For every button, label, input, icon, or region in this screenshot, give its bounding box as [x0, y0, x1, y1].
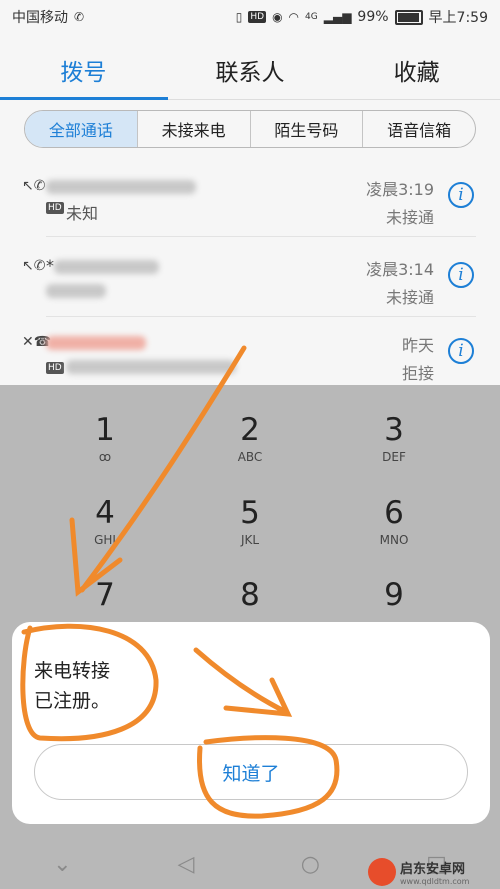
watermark-name: 启东安卓网	[400, 862, 466, 877]
annotation-arrow-stroke	[193, 647, 293, 717]
annotation-circle-stroke	[196, 735, 340, 819]
annotation-circle-stroke	[20, 623, 159, 742]
watermark-logo: 启东安卓网 www.qdldtm.com	[368, 856, 498, 888]
watermark-url: www.qdldtm.com	[400, 877, 470, 886]
annotation-arrow-stroke	[69, 345, 247, 597]
watermark-logo-icon	[368, 858, 396, 886]
annotation-overlay	[20, 345, 340, 819]
